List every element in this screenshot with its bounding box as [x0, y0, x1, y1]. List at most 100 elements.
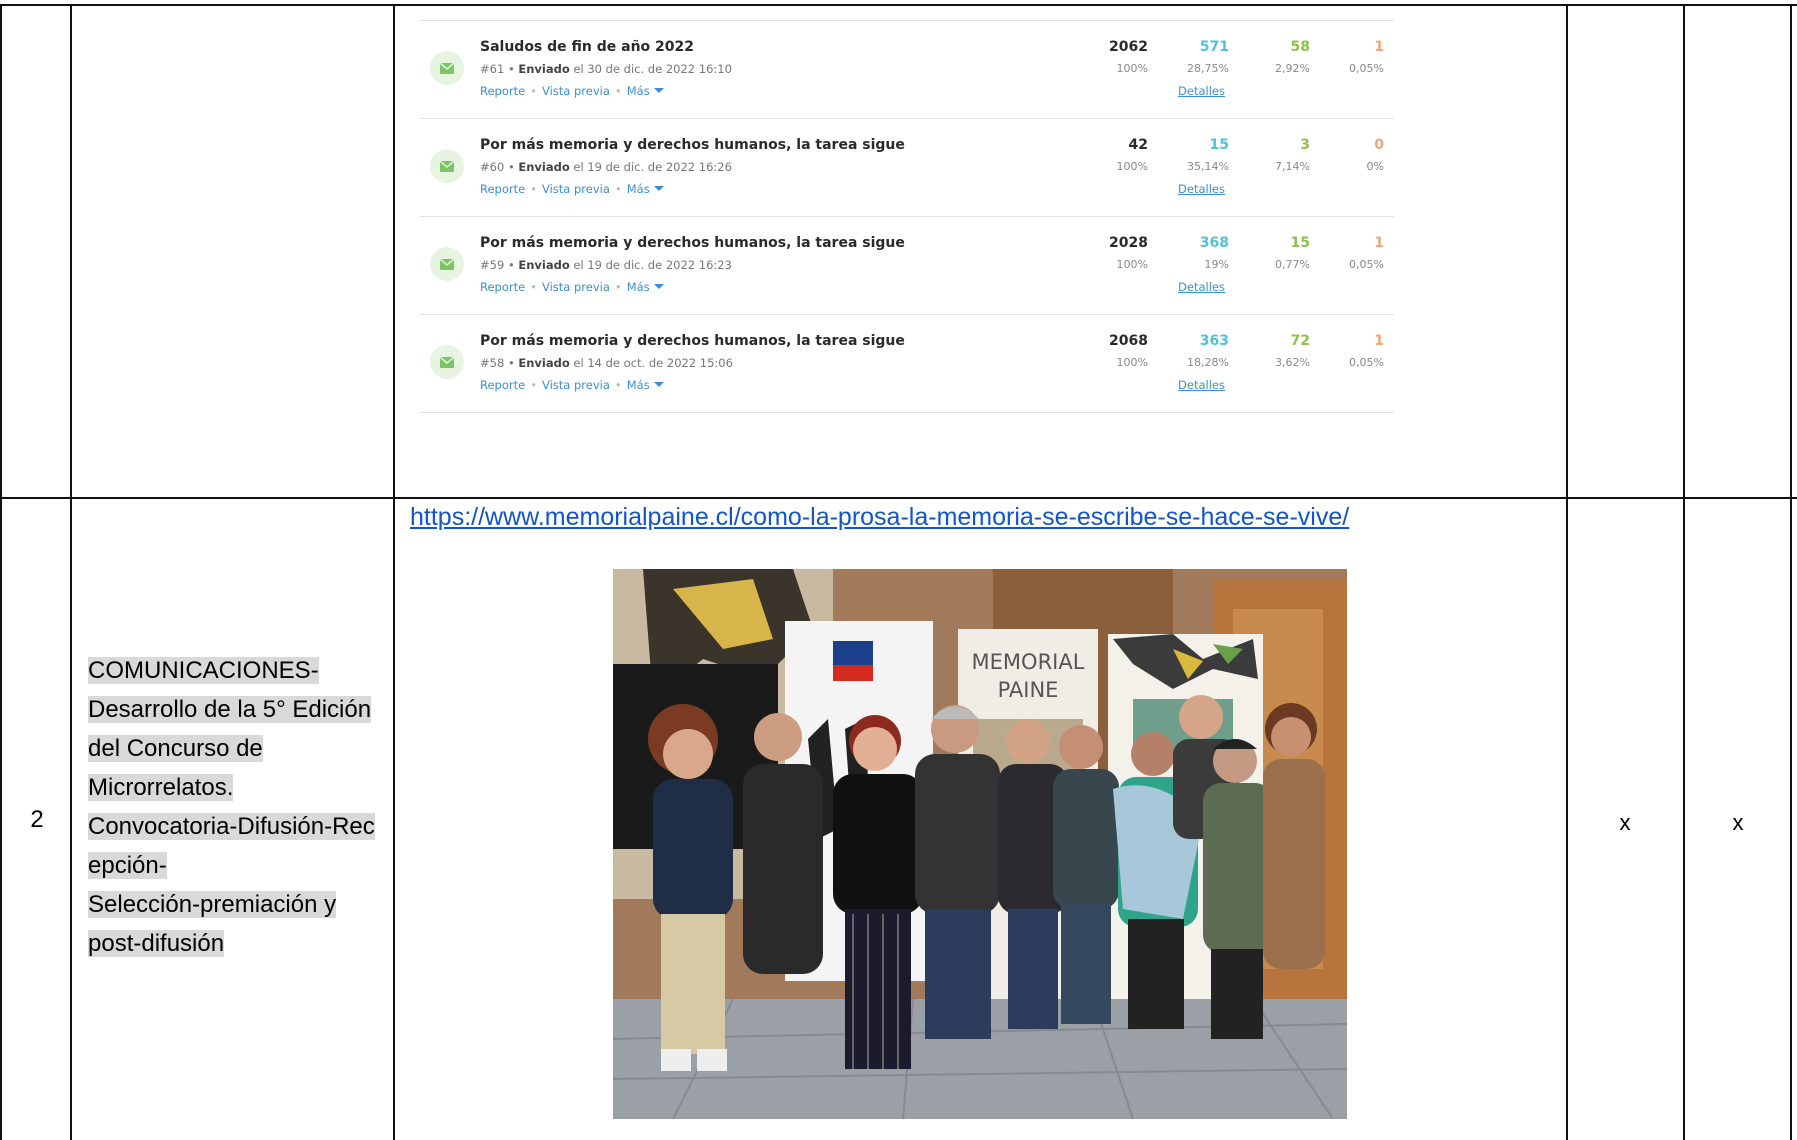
link-bullet: •: [530, 182, 537, 196]
campaign-row: Por más memoria y derechos humanos, la t…: [420, 119, 1394, 217]
bounced-percent: 0,05%: [1349, 356, 1384, 369]
campaign-links: Reporte • Vista previa • Más: [480, 84, 664, 98]
preview-link[interactable]: Vista previa: [542, 280, 610, 294]
campaign-status: Enviado: [518, 160, 570, 174]
clicked-count: 58: [1290, 39, 1310, 55]
meta-bullet: •: [507, 356, 515, 370]
sent-count: 2068: [1109, 333, 1148, 349]
table-top-border: [0, 4, 1797, 6]
more-link[interactable]: Más: [627, 280, 664, 294]
check-mark-2: x: [1732, 810, 1744, 835]
memorial-paine-link[interactable]: https://www.memorialpaine.cl/como-la-pro…: [410, 503, 1349, 532]
bounced-count: 1: [1374, 333, 1384, 349]
report-link[interactable]: Reporte: [480, 378, 525, 392]
preview-link[interactable]: Vista previa: [542, 378, 610, 392]
details-link[interactable]: Detalles: [1178, 378, 1225, 392]
activity-line: del Concurso de: [88, 735, 263, 762]
campaign-meta: #60 • Enviado el 19 de dic. de 2022 16:2…: [480, 160, 732, 174]
campaign-date: el 30 de dic. de 2022 16:10: [573, 62, 732, 76]
opened-percent: 18,28%: [1187, 356, 1229, 369]
link-bullet: •: [530, 280, 537, 294]
campaign-status: Enviado: [518, 356, 570, 370]
link-bullet: •: [530, 378, 537, 392]
row-divider: [0, 497, 1797, 499]
col-border-4: [1683, 4, 1685, 1140]
campaign-id: #59: [480, 258, 505, 272]
sent-count: 42: [1128, 137, 1148, 153]
sent-percent: 100%: [1116, 160, 1148, 173]
bounced-percent: 0,05%: [1349, 258, 1384, 271]
campaign-id: #61: [480, 62, 505, 76]
link-bullet: •: [614, 182, 622, 196]
opened-count: 368: [1199, 235, 1229, 251]
link-bullet: •: [530, 84, 537, 98]
report-link[interactable]: Reporte: [480, 84, 525, 98]
meta-bullet: •: [507, 258, 515, 272]
campaign-report: Saludos de fin de año 2022 #61 • Enviado …: [420, 20, 1394, 413]
opened-percent: 28,75%: [1187, 62, 1229, 75]
clicked-percent: 0,77%: [1275, 258, 1310, 271]
opened-count: 15: [1209, 137, 1229, 153]
campaign-meta: #58 • Enviado el 14 de oct. de 2022 15:0…: [480, 356, 733, 370]
activity-line: COMUNICACIONES-: [88, 657, 319, 684]
campaign-row: Por más memoria y derechos humanos, la t…: [420, 315, 1394, 413]
activity-line: post-difusión: [88, 930, 225, 957]
activity-line: Selección-premiación y: [88, 891, 337, 918]
sent-count: 2028: [1109, 235, 1148, 251]
bounced-count: 1: [1374, 39, 1384, 55]
campaign-date: el 19 de dic. de 2022 16:23: [573, 258, 732, 272]
clicked-count: 3: [1300, 137, 1310, 153]
clicked-percent: 7,14%: [1275, 160, 1310, 173]
campaign-status: Enviado: [518, 62, 570, 76]
caret-down-icon: [653, 186, 664, 191]
report-link[interactable]: Reporte: [480, 280, 525, 294]
bounced-percent: 0,05%: [1349, 62, 1384, 75]
details-link[interactable]: Detalles: [1178, 182, 1225, 196]
activity-line: epción-: [88, 852, 167, 879]
sent-count: 2062: [1109, 39, 1148, 55]
envelope-icon: [430, 51, 464, 85]
details-link[interactable]: Detalles: [1178, 280, 1225, 294]
envelope-icon: [430, 149, 464, 183]
check-mark-1: x: [1619, 810, 1631, 835]
more-link[interactable]: Más: [627, 378, 664, 392]
campaign-title: Por más memoria y derechos humanos, la t…: [480, 333, 905, 349]
activity-description: COMUNICACIONES- Desarrollo de la 5° Edic…: [88, 651, 388, 963]
details-link[interactable]: Detalles: [1178, 84, 1225, 98]
report-link[interactable]: Reporte: [480, 182, 525, 196]
row-number: 2: [30, 806, 44, 833]
campaign-title: Saludos de fin de año 2022: [480, 39, 695, 55]
opened-percent: 35,14%: [1187, 160, 1229, 173]
clicked-percent: 3,62%: [1275, 356, 1310, 369]
envelope-icon: [430, 247, 464, 281]
campaign-id: #58: [480, 356, 505, 370]
campaign-status: Enviado: [518, 258, 570, 272]
campaign-title: Por más memoria y derechos humanos, la t…: [480, 137, 905, 153]
sent-percent: 100%: [1116, 356, 1148, 369]
activity-line: Desarrollo de la 5° Edición: [88, 696, 372, 723]
opened-percent: 19%: [1204, 258, 1229, 271]
preview-link[interactable]: Vista previa: [542, 182, 610, 196]
campaign-links: Reporte • Vista previa • Más: [480, 182, 664, 196]
meta-bullet: •: [507, 62, 515, 76]
meta-bullet: •: [507, 160, 515, 174]
col-border-1: [70, 4, 72, 1140]
bounced-count: 0: [1374, 137, 1384, 153]
campaign-id: #60: [480, 160, 505, 174]
link-bullet: •: [614, 84, 622, 98]
more-link[interactable]: Más: [627, 182, 664, 196]
col-border-left: [0, 4, 2, 1140]
clicked-count: 15: [1290, 235, 1310, 251]
opened-count: 571: [1199, 39, 1229, 55]
clicked-percent: 2,92%: [1275, 62, 1310, 75]
sent-percent: 100%: [1116, 62, 1148, 75]
preview-link[interactable]: Vista previa: [542, 84, 610, 98]
opened-count: 363: [1199, 333, 1229, 349]
more-link[interactable]: Más: [627, 84, 664, 98]
col-border-3: [1566, 4, 1568, 1140]
caret-down-icon: [653, 284, 664, 289]
group-photo: MEMORIAL PAINE: [613, 569, 1347, 1119]
campaign-row: Saludos de fin de año 2022 #61 • Enviado …: [420, 20, 1394, 119]
campaign-date: el 14 de oct. de 2022 15:06: [573, 356, 733, 370]
campaign-links: Reporte • Vista previa • Más: [480, 280, 664, 294]
